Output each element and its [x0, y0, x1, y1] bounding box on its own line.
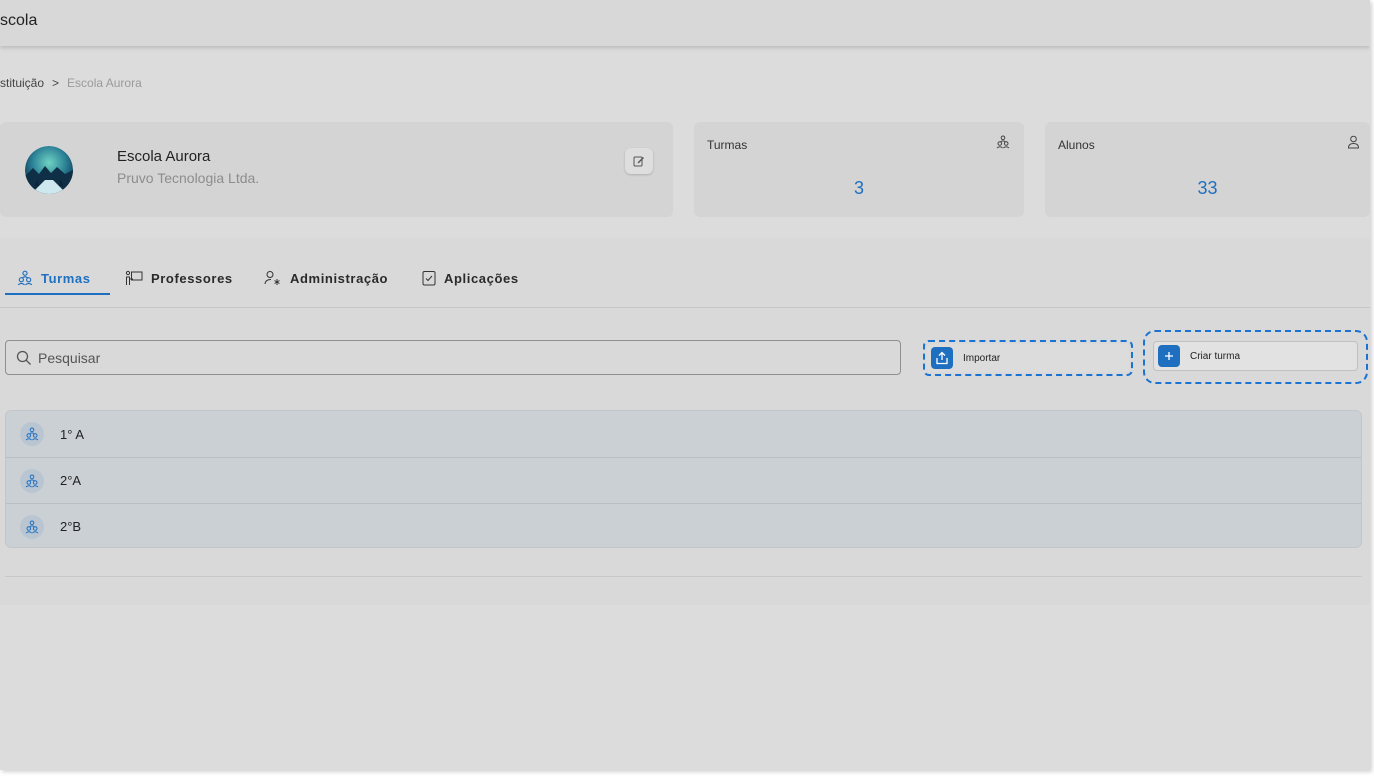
admin-user-icon [264, 271, 280, 285]
group-icon [996, 135, 1010, 149]
class-name: 2°B [60, 519, 82, 534]
class-name: 2°A [60, 473, 82, 488]
person-icon [1347, 135, 1360, 149]
stat-value-alunos: 33 [1197, 178, 1218, 198]
import-button-focus-ring: Importar [923, 340, 1133, 376]
tab-label: Professores [151, 270, 233, 286]
stat-label-turmas: Turmas [707, 138, 748, 152]
stat-value-turmas: 3 [853, 178, 864, 198]
plus-icon [1158, 345, 1180, 367]
school-name: Escola Aurora [117, 148, 211, 165]
active-tab-indicator [5, 293, 110, 295]
search-icon [16, 350, 31, 365]
tab-label: Administração [290, 270, 389, 286]
search-input[interactable]: Pesquisar [5, 340, 901, 375]
app-header: scola [0, 0, 1370, 46]
tab-professores[interactable]: Professores [125, 262, 233, 294]
group-icon [20, 422, 44, 446]
breadcrumb-separator: > [52, 76, 60, 90]
app-window: scola stituição > Escola Aurora Escola Au [0, 0, 1370, 770]
class-name: 1° A [60, 426, 84, 442]
breadcrumb-parent[interactable]: stituição [0, 76, 44, 90]
edit-icon [633, 156, 644, 167]
group-icon [20, 468, 44, 493]
tab-label: Turmas [41, 270, 91, 286]
group-icon [20, 514, 44, 539]
list-item[interactable]: 1° A [6, 411, 1361, 457]
upload-icon [931, 347, 953, 369]
group-icon [17, 270, 33, 286]
create-class-label: Criar turma [1190, 350, 1241, 362]
divider [5, 576, 1362, 577]
search-placeholder: Pesquisar [38, 349, 101, 366]
classes-section: Turmas Professores Administração Aplicaç… [0, 238, 1370, 605]
breadcrumb: stituição > Escola Aurora [0, 76, 142, 90]
app-title: scola [0, 12, 38, 29]
teacher-board-icon [125, 270, 143, 285]
import-button[interactable]: Importar [927, 344, 1129, 372]
school-card: Escola Aurora Pruvo Tecnologia Ltda. [0, 122, 673, 217]
import-label: Importar [963, 352, 1001, 364]
tab-turmas[interactable]: Turmas [17, 262, 91, 294]
breadcrumb-current: Escola Aurora [67, 76, 142, 90]
list-item[interactable]: 2°B [6, 503, 1361, 549]
stat-card-alunos: Alunos 33 [1045, 122, 1370, 217]
stat-label-alunos: Alunos [1058, 138, 1095, 152]
checklist-icon [422, 271, 436, 286]
school-company: Pruvo Tecnologia Ltda. [117, 170, 260, 186]
edit-school-button[interactable] [625, 148, 653, 174]
tab-label: Aplicações [444, 270, 519, 286]
tab-bar: Turmas Professores Administração Aplicaç… [0, 238, 1370, 308]
stat-card-turmas: Turmas 3 [694, 122, 1024, 217]
create-class-button[interactable]: Criar turma [1153, 341, 1358, 371]
list-item[interactable]: 2°A [6, 457, 1361, 503]
tab-aplicacoes[interactable]: Aplicações [422, 262, 519, 294]
school-avatar [25, 146, 73, 194]
class-list: 1° A 2°A 2°B [5, 410, 1362, 548]
create-button-focus-ring: Criar turma [1143, 330, 1368, 384]
tab-administracao[interactable]: Administração [264, 262, 388, 294]
